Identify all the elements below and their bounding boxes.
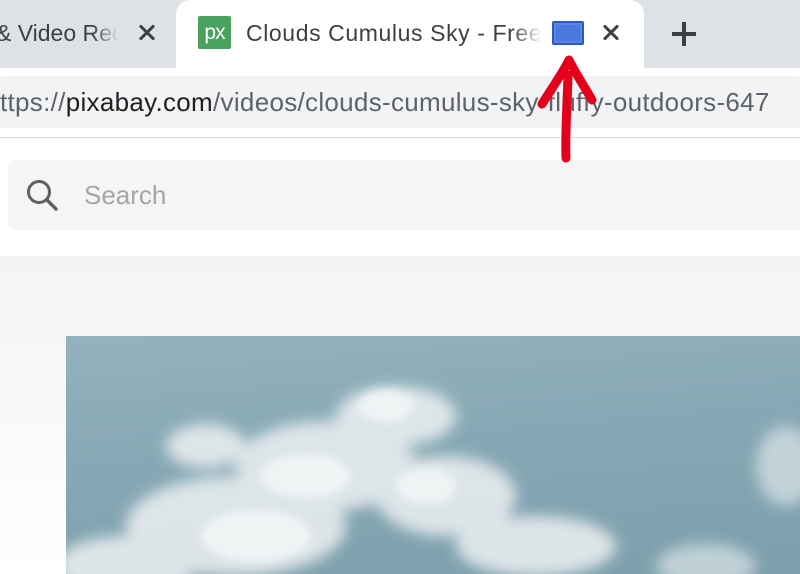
search-bar[interactable] <box>8 160 800 230</box>
tab-title: & Video Recordings <box>0 16 118 50</box>
close-tab-icon[interactable] <box>598 20 624 46</box>
picture-in-picture-icon[interactable] <box>552 21 584 45</box>
search-icon[interactable] <box>25 178 59 212</box>
pixabay-favicon: px <box>198 16 231 49</box>
video-player[interactable] <box>66 336 800 574</box>
tab-title: Clouds Cumulus Sky - Free Video <box>246 16 542 50</box>
url-scheme: ttps:// <box>0 87 66 117</box>
close-tab-icon[interactable] <box>134 20 160 46</box>
cloud-image <box>66 386 800 574</box>
url-host: pixabay.com <box>65 87 214 117</box>
tab-active[interactable]: px Clouds Cumulus Sky - Free Video <box>176 0 644 68</box>
page-content <box>0 138 800 574</box>
tab-strip: & Video Recordings px Clouds Cumulus Sky… <box>0 0 800 68</box>
new-tab-plus-icon[interactable] <box>670 20 698 48</box>
search-input[interactable] <box>84 173 684 217</box>
url-text[interactable]: ttps://pixabay.com/videos/clouds-cumulus… <box>0 82 800 122</box>
tab-previous[interactable]: & Video Recordings <box>0 0 180 68</box>
url-path: /videos/clouds-cumulus-sky-fluffy-outdoo… <box>213 87 770 117</box>
